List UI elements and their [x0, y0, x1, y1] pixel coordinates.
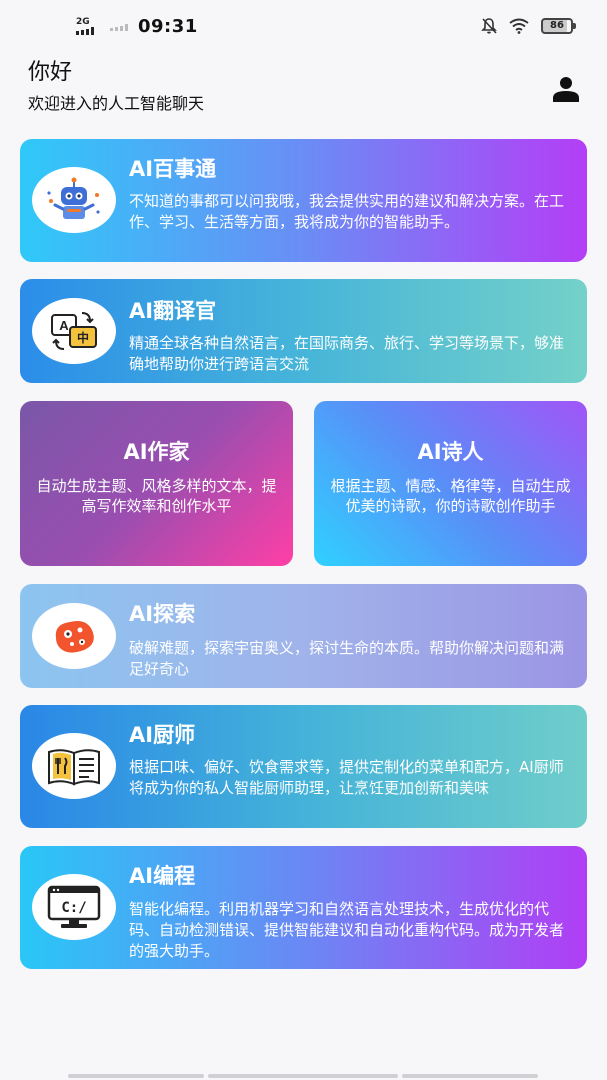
svg-text:C:/: C:/ — [61, 900, 86, 916]
status-right: 86 — [481, 17, 576, 35]
card-title: AI作家 — [123, 440, 190, 464]
greeting-block: 你好 欢迎进入的人工智能聊天 — [28, 60, 204, 114]
card-ai-programming[interactable]: C:/ AI编程 智能化编程。利用机器学习和自然语言处理技术，生成优化的代码、自… — [20, 846, 587, 969]
card-description: 不知道的事都可以问我哦，我会提供实用的建议和解决方案。在工作、学习、生活等方面，… — [129, 192, 565, 231]
card-ai-translator[interactable]: A 中 AI翻译官 精通全球各种自然语言，在国际商务、旅行、学习等场景下，够准确… — [20, 279, 587, 383]
battery-icon: 86 — [541, 18, 576, 34]
wifi-icon — [509, 18, 529, 34]
signal-icon — [76, 27, 94, 35]
card-title: AI探索 — [129, 602, 196, 626]
network-type: 2G — [76, 17, 90, 27]
code-monitor-icon: C:/ — [47, 885, 101, 928]
greeting-title: 你好 — [28, 60, 73, 85]
nav-gesture-bar-right — [402, 1074, 538, 1078]
explore-icon — [55, 621, 94, 653]
signal-2-icon — [110, 23, 128, 31]
clock: 09:31 — [138, 16, 198, 37]
card-description: 破解难题，探索宇宙奥义，探讨生命的本质。帮助你解决问题和满足好奇心 — [129, 639, 565, 678]
status-left: 2G 09:31 — [76, 16, 198, 37]
card-description: 根据口味、偏好、饮食需求等，提供定制化的菜单和配方，AI厨师将成为你的私人智能厨… — [129, 758, 564, 797]
card-ai-poet[interactable]: AI诗人 根据主题、情感、格律等，自动生成优美的诗歌，你的诗歌创作助手 — [314, 401, 587, 566]
svg-text:A: A — [59, 318, 69, 333]
card-icon-wrap — [32, 733, 116, 799]
user-profile-icon[interactable] — [552, 76, 580, 102]
card-title: AI诗人 — [417, 440, 484, 464]
welcome-subtitle: 欢迎进入的人工智能聊天 — [28, 94, 205, 113]
card-icon-wrap — [32, 167, 116, 233]
card-title: AI厨师 — [129, 723, 196, 747]
translate-icon: A 中 — [51, 312, 97, 350]
card-ai-writer[interactable]: AI作家 自动生成主题、风格多样的文本，提高写作效率和创作水平 — [20, 401, 293, 566]
card-ai-chef[interactable]: AI厨师 根据口味、偏好、饮食需求等，提供定制化的菜单和配方，AI厨师将成为你的… — [20, 705, 587, 828]
status-bar: 2G 09:31 86 — [0, 0, 607, 56]
card-icon-wrap: C:/ — [32, 874, 116, 940]
svg-text:中: 中 — [77, 330, 89, 345]
card-title: AI编程 — [129, 864, 196, 888]
card-description: 根据主题、情感、格律等，自动生成优美的诗歌，你的诗歌创作助手 — [330, 477, 571, 515]
mute-icon — [481, 18, 497, 34]
recipe-book-icon — [48, 749, 100, 786]
card-title: AI翻译官 — [129, 299, 217, 323]
robot-icon — [47, 177, 100, 219]
card-icon-wrap: A 中 — [32, 298, 116, 364]
nav-gesture-bar-left — [68, 1074, 204, 1078]
card-ai-assistant[interactable]: AI百事通 不知道的事都可以问我哦，我会提供实用的建议和解决方案。在工作、学习、… — [20, 139, 587, 262]
card-icon-wrap — [32, 603, 116, 669]
card-description: 自动生成主题、风格多样的文本，提高写作效率和创作水平 — [36, 477, 277, 515]
nav-gesture-bar-middle — [208, 1074, 398, 1078]
card-ai-explore[interactable]: AI探索 破解难题，探索宇宙奥义，探讨生命的本质。帮助你解决问题和满足好奇心 — [20, 584, 587, 688]
card-description: 精通全球各种自然语言，在国际商务、旅行、学习等场景下，够准确地帮助你进行跨语言交… — [129, 334, 565, 373]
card-title: AI百事通 — [129, 157, 217, 181]
card-description: 智能化编程。利用机器学习和自然语言处理技术，生成优化的代码、自动检测错误、提供智… — [129, 900, 565, 960]
